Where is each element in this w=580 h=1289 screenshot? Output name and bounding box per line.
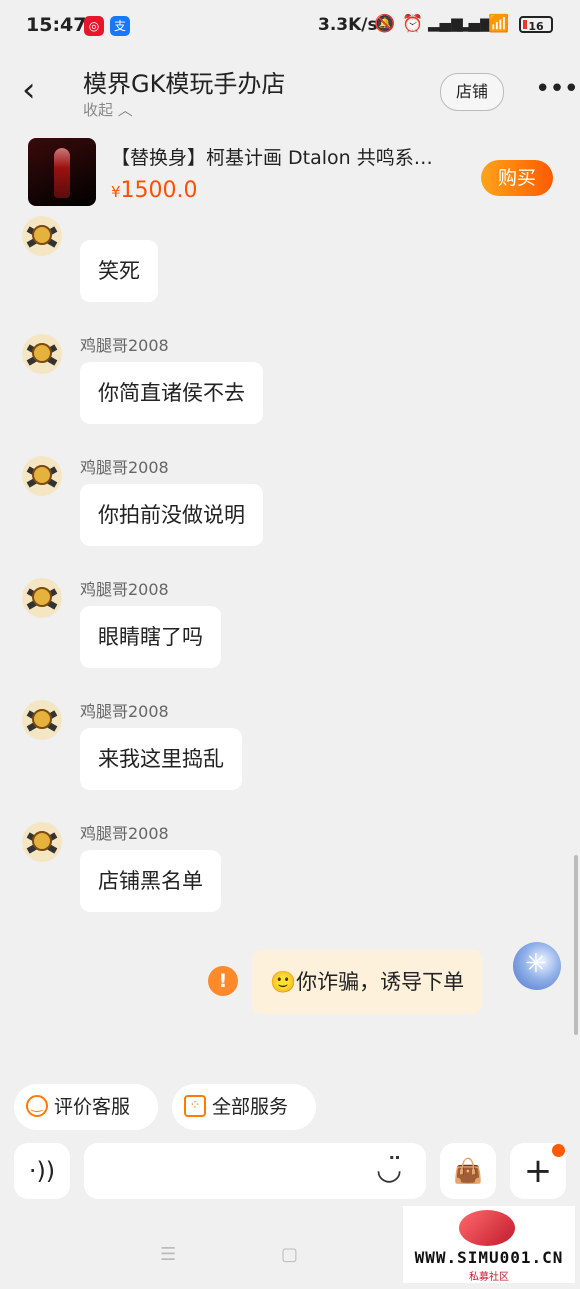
- send-failed-warning-icon[interactable]: !: [208, 966, 238, 996]
- page-title: 模界GK模玩手办店: [83, 70, 286, 98]
- mute-icon: 🔕: [374, 14, 396, 34]
- voice-input-button[interactable]: ·)): [14, 1143, 70, 1199]
- rate-service-button[interactable]: ‿ 评价客服: [14, 1084, 158, 1130]
- alarm-icon: ⏰: [402, 14, 424, 34]
- all-services-label: 全部服务: [212, 1096, 289, 1118]
- message-bubble[interactable]: 笑死: [80, 240, 158, 302]
- outgoing-message-text: 你诈骗，诱导下单: [296, 970, 465, 994]
- currency-symbol: ¥: [111, 183, 121, 201]
- status-bar: 15:47 ◎ 支 3.3K/s 🔕 ⏰ ▂▄▆ ▂▄▆ 📶 16: [0, 0, 580, 50]
- collapse-label: 收起: [83, 101, 114, 119]
- alipay-icon: 支: [110, 16, 130, 36]
- smile-emoji-icon: 🙂: [270, 970, 297, 994]
- watermark-subtitle: 私募社区: [469, 1272, 509, 1283]
- notification-dot: [552, 1144, 565, 1157]
- product-price: ¥1500.0: [111, 178, 198, 203]
- back-button[interactable]: ‹: [22, 72, 52, 108]
- message-bubble[interactable]: 店铺黑名单: [80, 850, 221, 912]
- grid-icon: ⁘: [184, 1094, 206, 1117]
- plus-icon: +: [523, 1151, 553, 1191]
- message-bubble[interactable]: 你简直诸侯不去: [80, 362, 263, 424]
- emoji-icon[interactable]: ◡̈: [376, 1152, 402, 1187]
- menu-nav-icon[interactable]: ☰: [160, 1244, 176, 1265]
- smile-icon: ‿: [26, 1094, 48, 1117]
- voice-icon: ·)): [28, 1157, 56, 1185]
- shopping-bag-icon: 👜: [453, 1157, 483, 1185]
- avatar[interactable]: [22, 578, 62, 618]
- buy-button[interactable]: 购买: [481, 160, 553, 196]
- avatar[interactable]: [22, 334, 62, 374]
- sender-name: 鸡腿哥2008: [80, 702, 169, 721]
- message-input[interactable]: [84, 1143, 426, 1199]
- sender-name: 鸡腿哥2008: [80, 824, 169, 843]
- signal-icon-2: ▂▄▆: [457, 14, 492, 32]
- weibo-icon: ◎: [84, 16, 104, 36]
- shop-button[interactable]: 店铺: [440, 73, 504, 111]
- sender-name: 鸡腿哥2008: [80, 580, 169, 599]
- shopping-bag-button[interactable]: 👜: [440, 1143, 496, 1199]
- outgoing-message-bubble[interactable]: 🙂你诈骗，诱导下单: [252, 950, 483, 1014]
- watermark: WWW.SIMU001.CN 私募社区: [403, 1206, 575, 1283]
- message-bubble[interactable]: 你拍前没做说明: [80, 484, 263, 546]
- status-time: 15:47: [26, 14, 87, 36]
- avatar[interactable]: [22, 700, 62, 740]
- home-nav-icon[interactable]: ▢: [281, 1244, 298, 1265]
- wifi-icon: 📶: [488, 14, 510, 34]
- avatar[interactable]: [22, 216, 62, 256]
- all-services-button[interactable]: ⁘ 全部服务: [172, 1084, 316, 1130]
- rate-service-label: 评价客服: [54, 1096, 131, 1118]
- battery-icon: 16: [519, 16, 553, 33]
- message-bubble[interactable]: 眼睛瞎了吗: [80, 606, 221, 668]
- message-bubble[interactable]: 来我这里捣乱: [80, 728, 242, 790]
- product-image[interactable]: [28, 138, 96, 206]
- watermark-logo: [459, 1210, 515, 1246]
- collapse-toggle[interactable]: 收起 ︿: [83, 99, 133, 120]
- network-speed: 3.3K/s: [318, 15, 378, 35]
- battery-level: 16: [528, 20, 544, 33]
- watermark-text: WWW.SIMU001.CN: [414, 1248, 564, 1267]
- price-value: 1500.0: [120, 178, 198, 203]
- chevron-up-icon: ︿: [117, 101, 133, 119]
- chat-scrollbar[interactable]: [574, 855, 578, 1035]
- avatar[interactable]: [22, 822, 62, 862]
- sender-name: 鸡腿哥2008: [80, 458, 169, 477]
- sender-name: 鸡腿哥2008: [80, 336, 169, 355]
- avatar[interactable]: [22, 456, 62, 496]
- more-icon[interactable]: •••: [535, 74, 579, 104]
- my-avatar[interactable]: [513, 942, 561, 990]
- product-title[interactable]: 【替换身】柯基计画 Dtalon 共鸣系…: [111, 143, 466, 170]
